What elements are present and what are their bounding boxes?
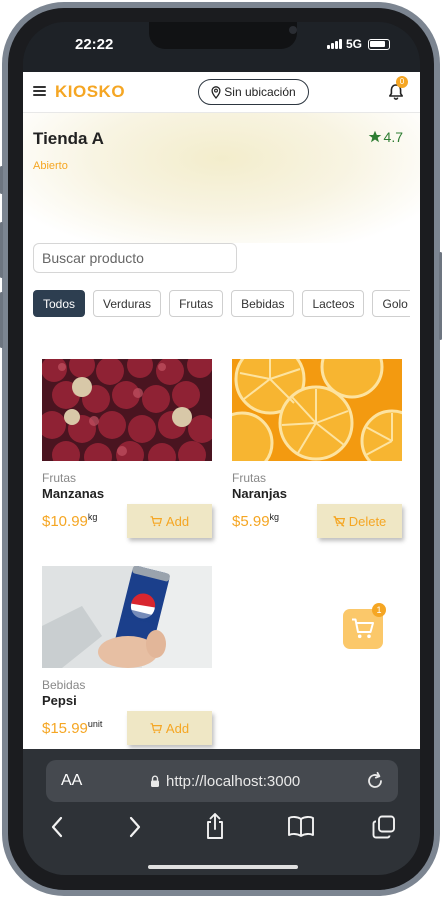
cart-add-icon: [150, 515, 162, 526]
product-card-naranjas[interactable]: Frutas Naranjas $5.99kg Delete: [232, 359, 402, 540]
add-to-cart-button[interactable]: Add: [127, 504, 212, 538]
chip-todos[interactable]: Todos: [33, 290, 86, 317]
home-indicator[interactable]: [148, 865, 298, 869]
product-card-manzanas[interactable]: Frutas Manzanas $10.99kg Add: [42, 359, 212, 540]
app-viewport: KIOSKO Sin ubicación 0 Tienda A Abierto: [23, 72, 420, 749]
lock-icon: [151, 775, 159, 787]
price-unit: kg: [269, 512, 280, 522]
bookmarks-icon[interactable]: [287, 815, 315, 837]
reload-icon[interactable]: [365, 771, 385, 791]
status-bar: 22:22 5G: [23, 22, 420, 72]
notification-badge: 0: [396, 76, 408, 88]
product-category: Frutas: [232, 471, 267, 485]
store-status: Abierto: [33, 160, 68, 172]
back-icon[interactable]: [49, 815, 65, 839]
action-label: Add: [165, 720, 190, 736]
chip-golosinas[interactable]: Golo: [372, 290, 410, 317]
side-button-mute: [0, 166, 3, 194]
tabs-icon[interactable]: [372, 815, 396, 839]
cart-add-icon: [150, 722, 162, 733]
cart-remove-icon: [333, 515, 345, 527]
side-button-volume-down: [0, 292, 3, 348]
chip-lacteos[interactable]: Lacteos: [302, 290, 365, 317]
reader-text-size-button[interactable]: AA: [61, 772, 82, 790]
product-category: Frutas: [42, 471, 77, 485]
chip-verduras[interactable]: Verduras: [93, 290, 162, 317]
category-chips: Todos Verduras Frutas Bebidas Lacteos Go…: [33, 290, 410, 318]
forward-icon[interactable]: [127, 815, 143, 839]
browser-chrome: AA http://localhost:3000: [23, 749, 420, 875]
network-label: 5G: [345, 37, 362, 51]
phone-screen: 22:22 5G KIOSKO Sin ubicación 0 Tienda A…: [23, 22, 420, 875]
delete-from-cart-button[interactable]: Delete: [317, 504, 402, 538]
cart-count-badge: 1: [372, 603, 386, 617]
add-to-cart-button[interactable]: Add: [127, 711, 212, 745]
product-name: Pepsi: [42, 693, 77, 708]
chip-bebidas[interactable]: Bebidas: [231, 290, 295, 317]
browser-toolbar: [23, 812, 420, 845]
star-icon: [368, 130, 381, 143]
notch: [149, 22, 297, 49]
action-label: Delete: [348, 513, 387, 529]
rating-value: 4.7: [383, 129, 403, 145]
battery-icon: [368, 38, 390, 50]
product-name: Manzanas: [42, 486, 105, 501]
url-text: http://localhost:3000: [166, 773, 301, 790]
side-button-volume-up: [0, 222, 3, 278]
location-pin-icon: [211, 85, 221, 99]
brand-logo[interactable]: KIOSKO: [55, 82, 125, 102]
product-name: Naranjas: [232, 486, 287, 501]
price-row: $15.99unit Add: [42, 711, 212, 747]
product-image-oranges[interactable]: [232, 359, 402, 461]
store-rating: 4.7: [368, 129, 403, 145]
store-name: Tienda A: [33, 129, 104, 148]
front-camera: [289, 26, 297, 34]
product-card-pepsi[interactable]: Bebidas Pepsi $15.99unit Add: [42, 566, 212, 747]
product-category: Bebidas: [42, 678, 86, 692]
share-icon[interactable]: [204, 812, 226, 840]
price-row: $10.99kg Add: [42, 504, 212, 540]
search-input[interactable]: [33, 243, 237, 273]
location-button[interactable]: Sin ubicación: [198, 79, 309, 105]
chip-frutas[interactable]: Frutas: [169, 290, 224, 317]
product-price: $15.99unit: [42, 719, 103, 737]
app-header: KIOSKO Sin ubicación 0: [23, 72, 420, 113]
url-display[interactable]: http://localhost:3000: [150, 773, 300, 790]
price-row: $5.99kg Delete: [232, 504, 402, 540]
store-banner: Tienda A Abierto 4.7: [23, 113, 420, 243]
price-unit: unit: [87, 719, 103, 729]
signal-icon: [326, 39, 342, 49]
price-unit: kg: [87, 512, 98, 522]
menu-icon[interactable]: [33, 86, 46, 97]
address-bar[interactable]: AA http://localhost:3000: [46, 760, 398, 802]
location-label: Sin ubicación: [224, 85, 296, 99]
product-price: $5.99kg: [232, 512, 280, 530]
product-price: $10.99kg: [42, 512, 98, 530]
status-time: 22:22: [75, 36, 114, 53]
cart-icon: [352, 618, 374, 639]
product-image-pepsi[interactable]: [42, 566, 212, 668]
status-icons: 5G: [326, 37, 390, 51]
action-label: Add: [165, 513, 190, 529]
product-image-apples[interactable]: [42, 359, 212, 461]
